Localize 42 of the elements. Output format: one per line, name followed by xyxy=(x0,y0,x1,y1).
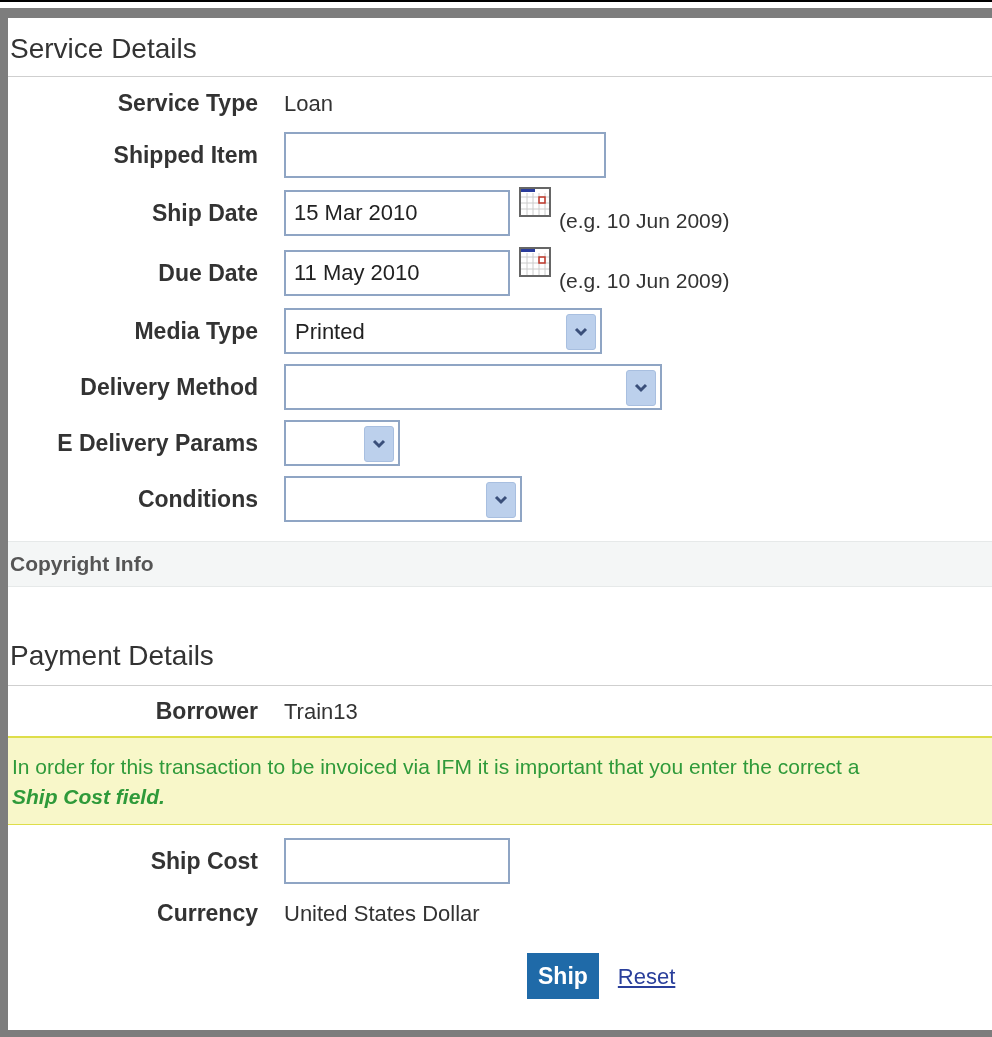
field-label: Media Type xyxy=(134,317,258,344)
date-input[interactable]: 15 Mar 2010 xyxy=(284,190,510,236)
reset-link[interactable]: Reset xyxy=(617,959,676,993)
dropdown-value: Printed xyxy=(295,317,365,346)
field-value: Loan xyxy=(284,89,333,118)
dropdown-button[interactable] xyxy=(566,314,596,350)
field-label: Conditions xyxy=(137,485,258,512)
date-input[interactable]: 11 May 2010 xyxy=(284,250,510,296)
field-label: Ship Cost xyxy=(150,847,258,874)
notice-emphasis: Ship Cost field. xyxy=(12,784,165,810)
date-format-hint: (e.g. 10 Jun 2009) xyxy=(559,268,730,295)
dropdown-field[interactable] xyxy=(284,364,662,410)
chevron-down-icon xyxy=(372,439,386,449)
dropdown-field[interactable]: Printed xyxy=(284,308,602,354)
field-label: Borrower xyxy=(155,697,258,724)
section-heading: Service Details xyxy=(9,32,198,66)
text-input[interactable] xyxy=(284,132,606,178)
chevron-down-icon xyxy=(634,383,648,393)
ship-button[interactable]: Ship xyxy=(527,953,599,999)
dropdown-field[interactable] xyxy=(284,476,522,522)
dropdown-button[interactable] xyxy=(626,370,656,406)
field-label: Ship Date xyxy=(151,199,258,226)
collapsible-section-header[interactable]: Copyright Info xyxy=(8,541,992,587)
dropdown-field[interactable] xyxy=(284,420,400,466)
field-label: Due Date xyxy=(158,259,258,286)
chevron-down-icon xyxy=(494,495,508,505)
section-heading: Payment Details xyxy=(9,639,215,673)
dropdown-button[interactable] xyxy=(486,482,516,518)
field-value: United States Dollar xyxy=(284,899,480,928)
field-label: Delivery Method xyxy=(80,373,258,400)
dropdown-button[interactable] xyxy=(364,426,394,462)
date-format-hint: (e.g. 10 Jun 2009) xyxy=(559,208,730,235)
field-label: E Delivery Params xyxy=(57,429,258,456)
calendar-icon[interactable] xyxy=(519,247,551,278)
field-value: Train13 xyxy=(284,697,358,726)
calendar-icon[interactable] xyxy=(519,187,551,218)
text-input[interactable] xyxy=(284,838,510,884)
chevron-down-icon xyxy=(574,327,588,337)
notice-text: In order for this transaction to be invoiced via IFM it is important that you enter the correct a xyxy=(12,754,860,780)
field-label: Service Type xyxy=(117,89,258,116)
field-label: Shipped Item xyxy=(113,141,258,168)
field-label: Currency xyxy=(157,899,258,926)
